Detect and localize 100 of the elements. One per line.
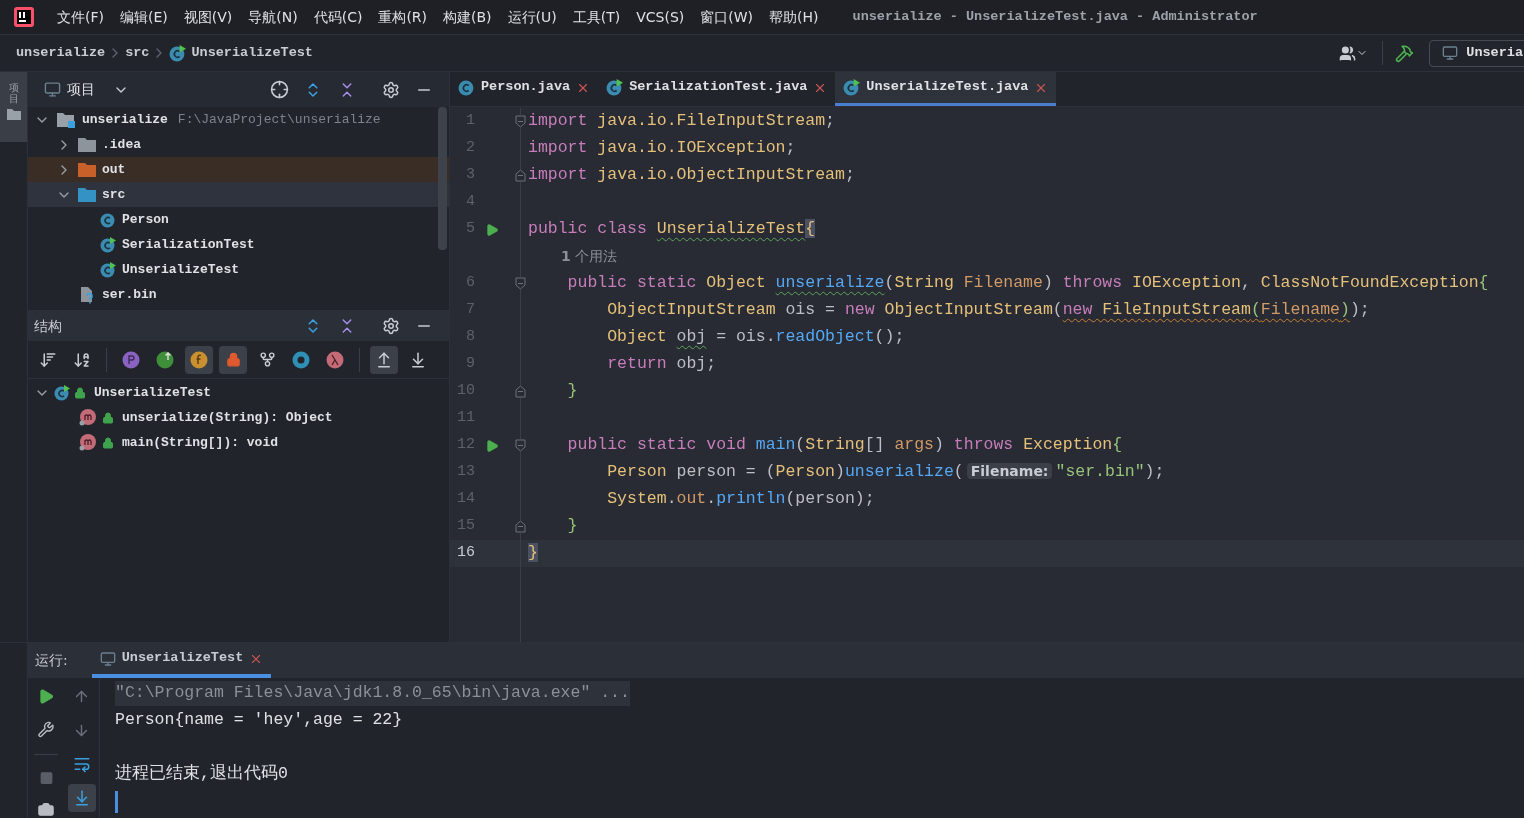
method-icon [78, 433, 98, 452]
build-icon[interactable] [1395, 43, 1415, 63]
line-number: 12 [456, 435, 475, 456]
class-icon [100, 261, 116, 278]
camera-icon[interactable] [37, 801, 55, 818]
fork-icon [258, 351, 276, 368]
line-number: 2 [465, 138, 475, 159]
line-number: 3 [465, 165, 475, 186]
app-logo-icon [13, 6, 35, 28]
menu-item[interactable]: 窗口(W) [692, 6, 762, 28]
toolbar-toggle[interactable] [219, 345, 247, 374]
run-icon[interactable] [485, 438, 499, 453]
class-icon [458, 79, 475, 96]
menu-item[interactable]: 视图(V) [175, 6, 241, 28]
toolbar-toggle[interactable] [370, 345, 398, 374]
run-icon[interactable] [485, 222, 499, 237]
fold-icon[interactable] [515, 385, 526, 398]
structure-item[interactable]: main(String[]): void [28, 430, 449, 455]
breadcrumb-item[interactable]: src [125, 42, 150, 64]
fold-icon[interactable] [515, 520, 526, 533]
code-line: import java.io.FileInputStream; [528, 110, 835, 133]
menu-item[interactable]: 构建(B) [435, 6, 500, 28]
sort-icon [39, 350, 57, 369]
code-line: import java.io.IOException; [528, 137, 796, 160]
window-icon [1442, 45, 1459, 61]
code-line: } [566, 515, 578, 538]
panel-title: 结构 [34, 316, 62, 336]
code-line: Person person = (Person)unserialize( Filename: "ser.bin"); [606, 461, 1165, 484]
run-icon[interactable] [37, 688, 55, 705]
tree-item[interactable]: unserialize F:\JavaProject\unserialize [28, 107, 449, 132]
unlocked-icon [102, 411, 114, 424]
side-tool-tab[interactable]: 项目 [0, 72, 27, 142]
folder-icon [78, 162, 96, 177]
tree-item[interactable]: SerializationTest [28, 232, 449, 257]
tree-item[interactable]: Person [28, 207, 449, 232]
text-caret [115, 790, 118, 813]
folder-icon [78, 187, 96, 202]
unlocked-icon [74, 386, 86, 399]
menu-item[interactable]: 工具(T) [564, 6, 629, 28]
usage-hint[interactable]: 1 个用法 [561, 246, 618, 267]
folder-icon [78, 137, 96, 152]
line-number: 11 [456, 408, 475, 429]
tree-item[interactable]: UnserializeTest [28, 257, 449, 282]
toolbar-toggle[interactable] [185, 345, 213, 374]
structure-item[interactable]: UnserializeTest [28, 380, 449, 405]
menu-item[interactable]: 文件(F) [49, 6, 112, 28]
breadcrumb-item[interactable]: unserialize [16, 42, 106, 64]
menu-item[interactable]: 帮助(H) [761, 6, 827, 28]
tree-item[interactable]: out [28, 157, 449, 182]
menu-item[interactable]: 运行(U) [499, 6, 565, 28]
line-number: 14 [456, 489, 475, 510]
fold-icon[interactable] [515, 115, 526, 128]
scrollbar[interactable] [438, 107, 447, 250]
editor-tab[interactable]: SerializationTest.java [598, 72, 836, 106]
locate-icon[interactable] [270, 80, 289, 99]
console-toggle[interactable] [67, 784, 96, 812]
settings-icon[interactable] [382, 317, 400, 335]
tree-item-label: src [102, 185, 126, 204]
panel-title[interactable]: 项目 [67, 79, 95, 100]
dot-icon [122, 350, 140, 369]
class-icon [100, 211, 116, 228]
tree-item-label: unserialize [82, 110, 168, 129]
method-icon [78, 408, 98, 427]
tree-item-label: UnserializeTest [122, 260, 240, 279]
wrench-icon[interactable] [37, 720, 55, 738]
tree-item-label: .idea [102, 135, 141, 154]
structure-item[interactable]: unserialize(String): Object [28, 405, 449, 430]
side-tab-label: 项目 [8, 82, 19, 104]
menu-item[interactable]: 重构(R) [370, 6, 436, 28]
breadcrumb-item[interactable]: UnserializeTest [191, 42, 313, 64]
editor-tab[interactable]: Person.java [450, 72, 599, 106]
menu-item[interactable]: 导航(N) [240, 6, 306, 28]
fold-icon[interactable] [515, 169, 526, 182]
fold-icon[interactable] [515, 439, 526, 452]
tree-item[interactable]: .idea [28, 132, 449, 157]
sort-alpha-icon [73, 350, 91, 369]
tree-item-label: Person [122, 210, 169, 229]
code-line: public class UnserializeTest{ [528, 218, 816, 241]
account-icon[interactable] [1339, 44, 1369, 62]
settings-icon[interactable] [382, 80, 400, 99]
structure-item-label: main(String[]): void [122, 433, 279, 452]
window-icon [99, 650, 116, 667]
run-config-selector[interactable]: Unseria [1429, 39, 1524, 67]
class-icon [606, 79, 624, 96]
code-line: ObjectInputStream ois = new ObjectInputStream(new FileInputStream(Filename)); [606, 299, 1370, 322]
menu-item[interactable]: VCS(S) [628, 6, 693, 28]
tree-item-label: out [102, 160, 126, 179]
line-number: 8 [465, 327, 475, 348]
class-icon [100, 236, 116, 253]
editor-tab[interactable]: UnserializeTest.java [835, 72, 1057, 106]
unknown-file-icon [78, 285, 96, 304]
tree-item[interactable]: src [28, 182, 449, 207]
tree-item[interactable]: ser.bin [28, 282, 449, 307]
module-folder-icon [56, 110, 76, 129]
code-line: System.out.println(person); [606, 488, 875, 511]
menu-item[interactable]: 编辑(E) [112, 6, 176, 28]
line-number: 4 [465, 192, 475, 213]
menu-item[interactable]: 代码(C) [305, 6, 371, 28]
fold-icon[interactable] [515, 277, 526, 290]
structure-item-label: unserialize(String): Object [122, 408, 333, 427]
